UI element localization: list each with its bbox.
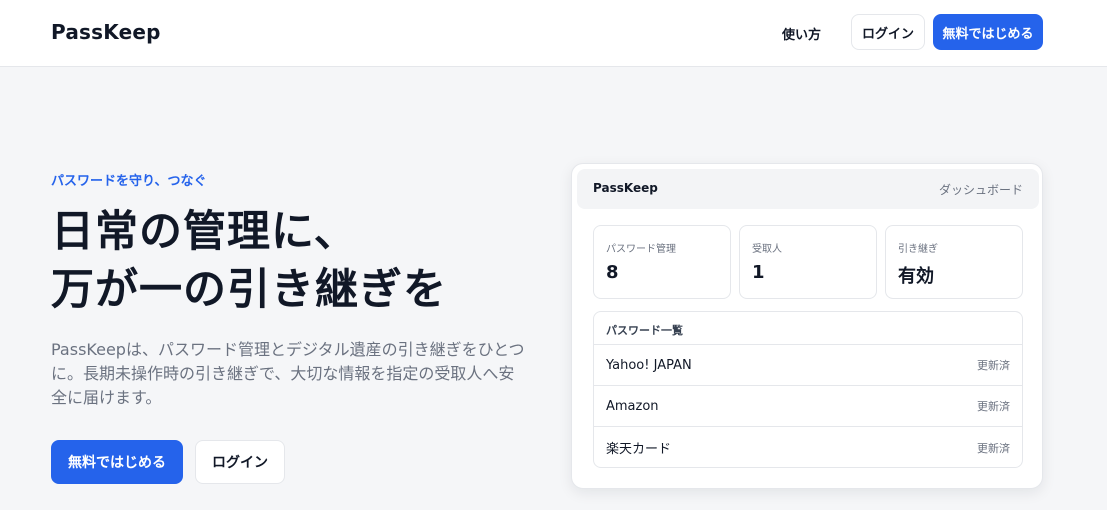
list-item-name: 楽天カード [606, 442, 672, 457]
nav-how-to-use-link[interactable]: 使い方 [782, 23, 821, 43]
dashboard-brand: PassKeep [593, 181, 658, 195]
hero-title-line-1: 日常の管理に、 [51, 207, 358, 257]
hero-title: 日常の管理に、 万が一の引き継ぎを [51, 203, 551, 319]
list-item-status: 更新済 [977, 400, 1010, 413]
password-list: パスワード一覧 Yahoo! JAPAN 更新済 Amazon 更新済 楽天カー… [593, 311, 1023, 468]
stat-value: 1 [752, 262, 765, 283]
dashboard-preview-card: PassKeep ダッシュボード パスワード管理 8 受取人 1 引き継ぎ 有効… [571, 163, 1043, 489]
stat-card-passwords: パスワード管理 8 [593, 225, 731, 299]
dashboard-card-header: PassKeep ダッシュボード [577, 169, 1039, 209]
list-item[interactable]: Yahoo! JAPAN 更新済 [594, 345, 1022, 386]
list-item-name: Yahoo! JAPAN [606, 357, 692, 373]
hero-description: PassKeepは、パスワード管理とデジタル遺産の引き継ぎをひとつに。長期未操作… [51, 340, 525, 407]
dashboard-tag: ダッシュボード [938, 183, 1023, 197]
stat-card-handover: 引き継ぎ 有効 [885, 225, 1023, 299]
password-list-title: パスワード一覧 [594, 312, 1022, 345]
list-item-status: 更新済 [977, 359, 1010, 372]
list-item-name: Amazon [606, 398, 659, 414]
stat-label: 受取人 [752, 244, 782, 255]
hero-start-free-button[interactable]: 無料ではじめる [51, 440, 183, 484]
list-item[interactable]: Amazon 更新済 [594, 386, 1022, 427]
top-header: PassKeep 使い方 ログイン 無料ではじめる [0, 0, 1107, 67]
stat-label: 引き継ぎ [898, 244, 938, 255]
brand-logo[interactable]: PassKeep [51, 20, 161, 44]
stat-value: 有効 [898, 266, 934, 287]
header-login-button[interactable]: ログイン [851, 14, 925, 50]
hero-title-line-2: 万が一の引き継ぎを [51, 265, 447, 315]
stat-label: パスワード管理 [606, 244, 676, 255]
stat-card-recipients: 受取人 1 [739, 225, 877, 299]
header-start-free-button[interactable]: 無料ではじめる [933, 14, 1043, 50]
stat-value: 8 [606, 262, 619, 283]
list-item-status: 更新済 [977, 441, 1010, 455]
hero-login-button[interactable]: ログイン [195, 440, 285, 484]
list-item[interactable]: 楽天カード 更新済 [594, 427, 1022, 467]
hero-eyebrow: パスワードを守り、つなぐ [51, 174, 207, 189]
